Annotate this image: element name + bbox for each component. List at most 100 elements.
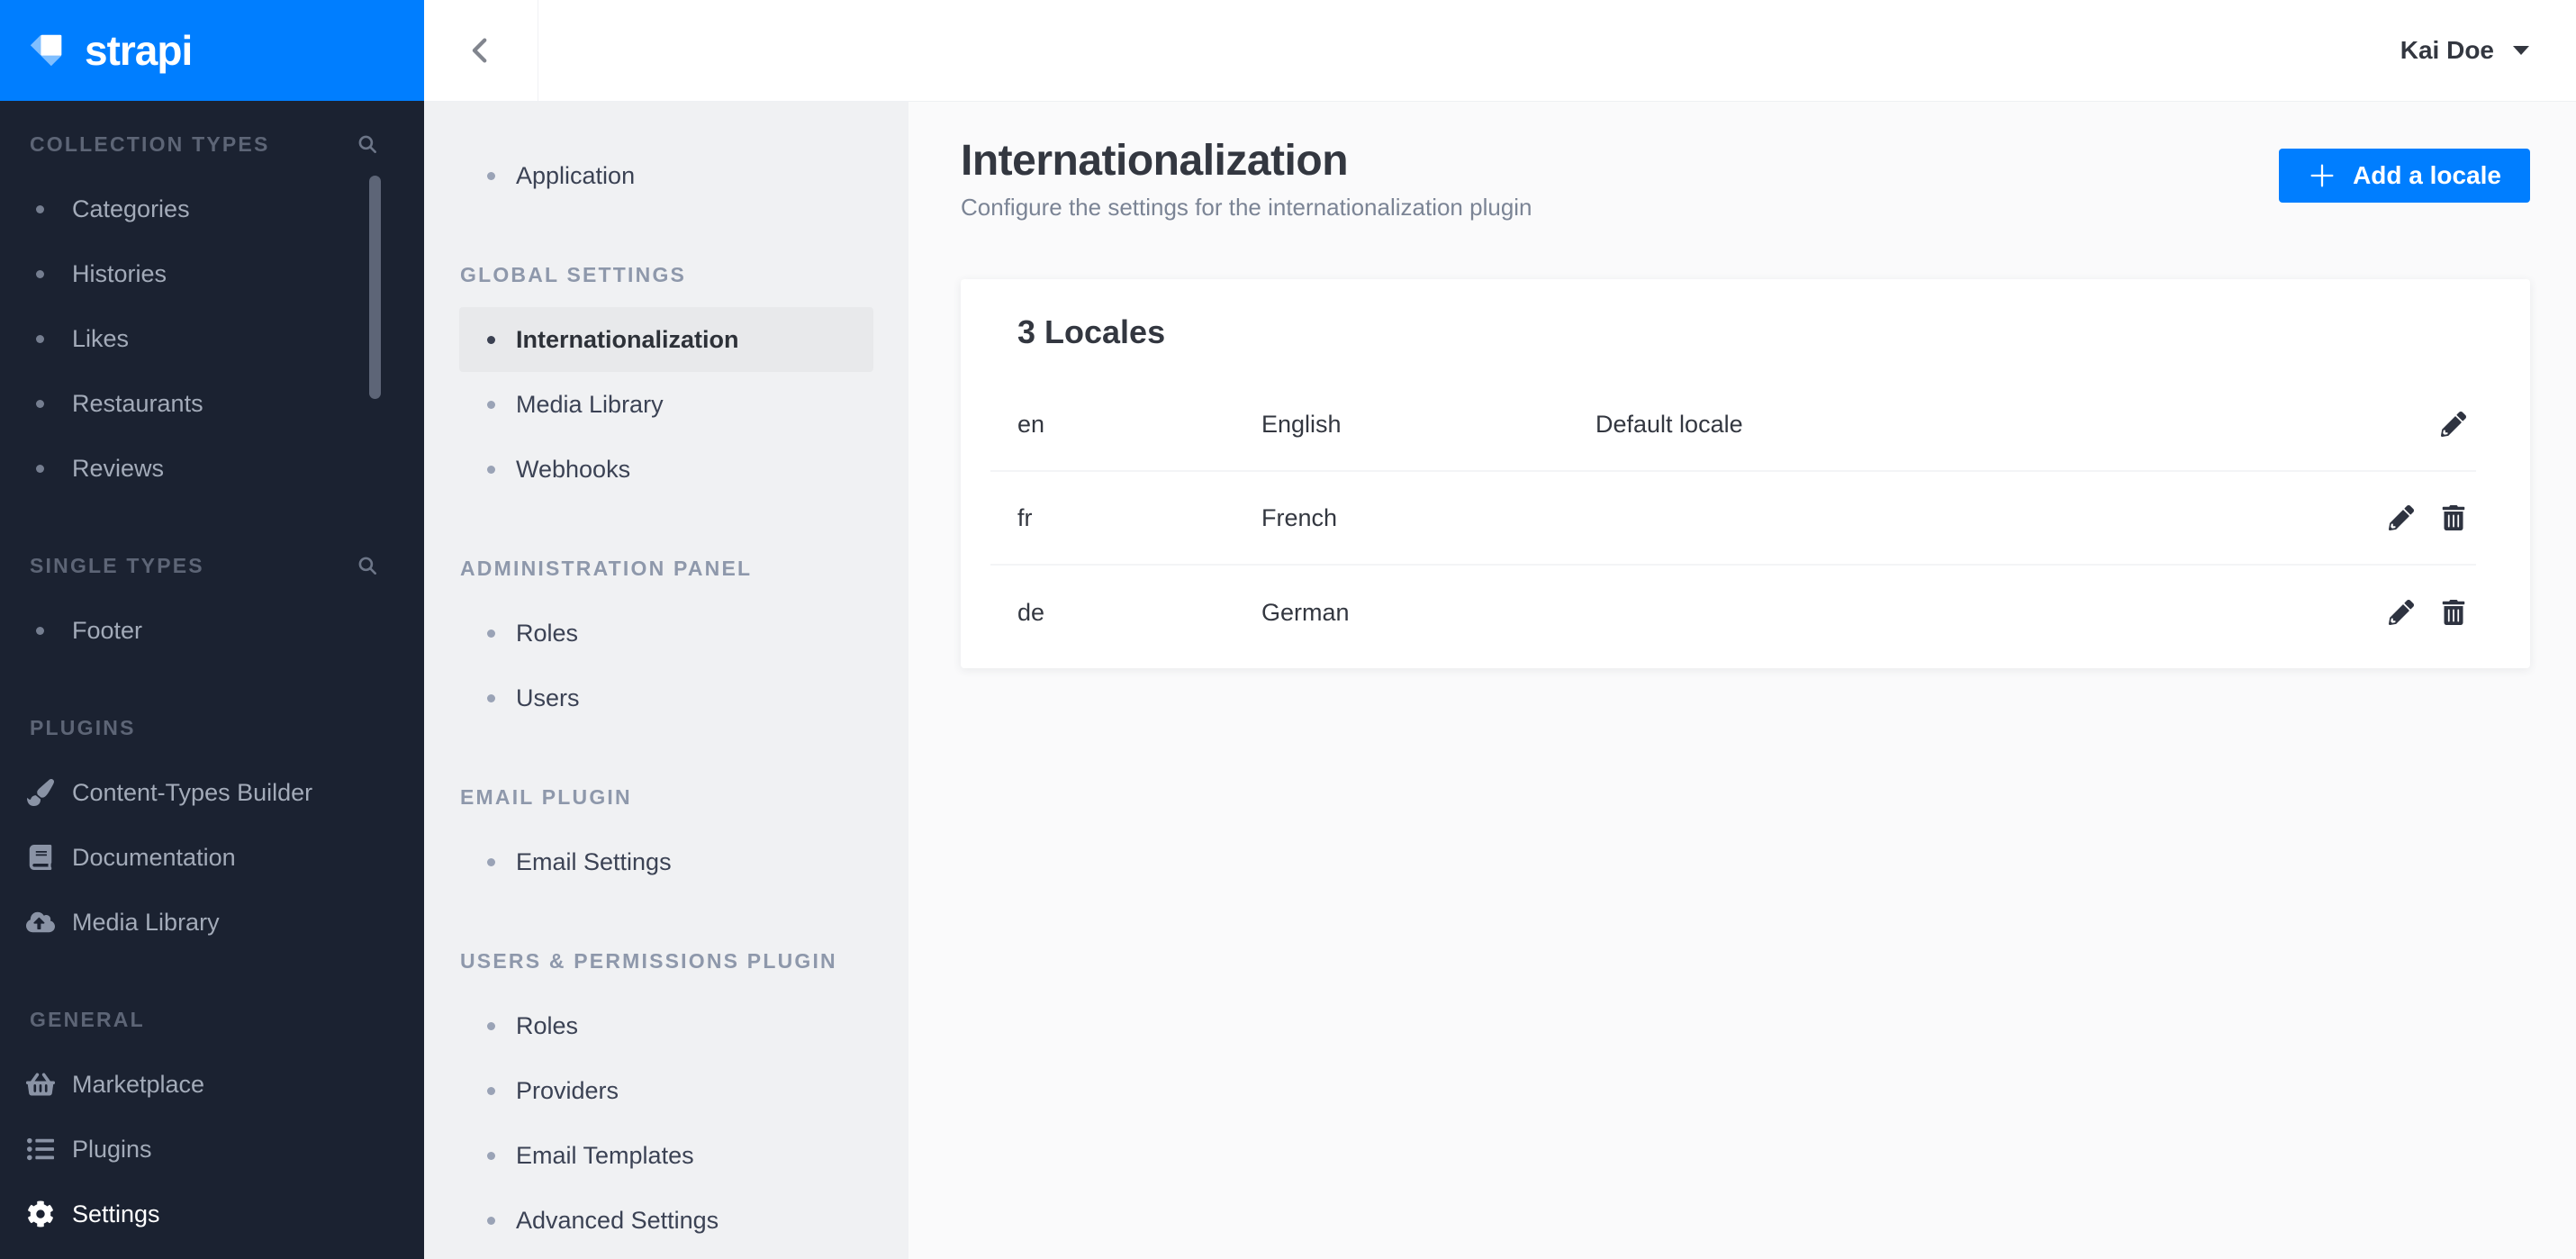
sidebar-item-label: Plugins: [72, 1135, 152, 1163]
locales-card-title: 3 Locales: [1017, 313, 1166, 350]
section-header: COLLECTION TYPES: [0, 112, 424, 177]
plus-icon: [2308, 161, 2336, 190]
locale-name: German: [1261, 598, 1350, 626]
pencil-icon: [2441, 412, 2466, 437]
settings-item-email-settings[interactable]: Email Settings: [459, 829, 873, 894]
section-label: GENERAL: [30, 1007, 145, 1031]
cloud-upload-icon: [24, 908, 57, 937]
sidebar-item-label: Settings: [72, 1200, 160, 1227]
sidebar-item-label: Marketplace: [72, 1070, 205, 1098]
edit-locale-button[interactable]: [2440, 411, 2467, 438]
locale-default-badge: Default locale: [1595, 410, 1743, 438]
topbar: Kai Doe: [424, 0, 2576, 102]
bullet-dot-icon: [36, 334, 44, 343]
sidebar-item-likes[interactable]: Likes: [0, 306, 424, 371]
locale-code: en: [1017, 410, 1045, 438]
user-menu[interactable]: Kai Doe: [2400, 36, 2576, 65]
locale-row-fr: fr French: [990, 472, 2476, 566]
bullet-dot-icon: [36, 626, 44, 635]
locale-row-de: de German: [990, 566, 2476, 659]
bullet-dot-icon: [36, 464, 44, 473]
pencil-icon: [2389, 600, 2414, 625]
settings-item-internationalization[interactable]: Internationalization: [459, 307, 873, 372]
sidebar-item-plugins[interactable]: Plugins: [0, 1117, 424, 1182]
sidebar-item-label: Reviews: [72, 454, 165, 482]
bullet-dot-icon: [487, 629, 495, 638]
settings-item-media-library[interactable]: Media Library: [459, 372, 873, 437]
settings-item-providers[interactable]: Providers: [459, 1058, 873, 1123]
page-header: Internationalization Configure the setti…: [961, 136, 2530, 222]
sidebar-item-media-library[interactable]: Media Library: [0, 890, 424, 955]
bullet-dot-icon: [36, 269, 44, 278]
sidebar-item-histories[interactable]: Histories: [0, 241, 424, 306]
trash-icon: [2442, 505, 2465, 530]
add-locale-button[interactable]: Add a locale: [2279, 149, 2530, 203]
sidebar-nav: COLLECTION TYPES Categories Histories Li…: [0, 112, 424, 1246]
settings-item-application[interactable]: Application: [459, 143, 873, 208]
book-icon: [24, 845, 57, 870]
settings-item-advanced-settings[interactable]: Advanced Settings: [459, 1188, 873, 1253]
sidebar-item-marketplace[interactable]: Marketplace: [0, 1052, 424, 1117]
section-plugins: PLUGINS Content-Types Builder Documentat…: [0, 695, 424, 955]
main-sidebar: strapi COLLECTION TYPES Categories Histo…: [0, 0, 424, 1259]
sidebar-item-categories[interactable]: Categories: [0, 177, 424, 241]
sidebar-scrollbar[interactable]: [369, 176, 381, 399]
sidebar-item-label: Categories: [72, 195, 190, 222]
bullet-dot-icon: [487, 693, 495, 702]
search-icon[interactable]: [356, 554, 379, 577]
settings-sidebar: Application GLOBAL SETTINGS Internationa…: [424, 101, 908, 1259]
edit-locale-button[interactable]: [2388, 599, 2415, 626]
section-label: PLUGINS: [30, 715, 136, 739]
delete-locale-button[interactable]: [2440, 504, 2467, 531]
settings-item-up-roles[interactable]: Roles: [459, 993, 873, 1058]
settings-section-label: ADMINISTRATION PANEL: [460, 556, 753, 580]
bullet-dot-icon: [36, 204, 44, 213]
settings-item-label: Users: [516, 684, 580, 711]
locale-row-en: en English Default locale: [990, 378, 2476, 472]
trash-icon: [2442, 600, 2465, 625]
paintbrush-icon: [24, 779, 57, 806]
sidebar-item-reviews[interactable]: Reviews: [0, 436, 424, 501]
section-single-types: SINGLE TYPES Footer: [0, 533, 424, 663]
locale-code: fr: [1017, 503, 1033, 531]
strapi-logo[interactable]: strapi: [0, 0, 424, 101]
page-title: Internationalization: [961, 137, 1349, 185]
locale-name: French: [1261, 503, 1338, 531]
bullet-dot-icon: [487, 335, 495, 344]
section-header: SINGLE TYPES: [0, 533, 424, 598]
search-icon[interactable]: [356, 132, 379, 156]
settings-item-email-templates[interactable]: Email Templates: [459, 1123, 873, 1188]
settings-item-label: Advanced Settings: [516, 1206, 719, 1234]
sidebar-item-label: Content-Types Builder: [72, 778, 313, 806]
sidebar-item-content-types-builder[interactable]: Content-Types Builder: [0, 760, 424, 825]
main-content: Internationalization Configure the setti…: [908, 102, 2576, 1259]
section-label: COLLECTION TYPES: [30, 131, 270, 156]
locale-code: de: [1017, 598, 1045, 626]
section-general: GENERAL Marketplace Plugins Settings: [0, 987, 424, 1246]
strapi-logo-mark-icon: [27, 30, 68, 71]
back-button[interactable]: [424, 0, 538, 101]
chevron-left-icon: [465, 35, 496, 66]
settings-item-label: Webhooks: [516, 455, 631, 483]
sidebar-item-restaurants[interactable]: Restaurants: [0, 371, 424, 436]
sidebar-item-documentation[interactable]: Documentation: [0, 825, 424, 890]
row-actions: [2388, 504, 2476, 531]
edit-locale-button[interactable]: [2388, 504, 2415, 531]
caret-down-icon: [2512, 45, 2530, 56]
sidebar-item-label: Footer: [72, 616, 143, 644]
settings-item-admin-roles[interactable]: Roles: [459, 601, 873, 666]
strapi-admin-app: strapi COLLECTION TYPES Categories Histo…: [0, 0, 2576, 1259]
basket-icon: [24, 1070, 57, 1099]
settings-item-webhooks[interactable]: Webhooks: [459, 437, 873, 502]
sidebar-item-footer[interactable]: Footer: [0, 598, 424, 663]
bullet-dot-icon: [487, 1216, 495, 1225]
brand-wordmark: strapi: [85, 27, 193, 74]
sidebar-item-settings[interactable]: Settings: [0, 1182, 424, 1246]
settings-section-label: GLOBAL SETTINGS: [460, 262, 687, 286]
settings-item-admin-users[interactable]: Users: [459, 666, 873, 730]
settings-item-label: Media Library: [516, 390, 664, 418]
bullet-dot-icon: [487, 1151, 495, 1160]
section-header: GENERAL: [0, 987, 424, 1052]
bullet-dot-icon: [487, 400, 495, 409]
delete-locale-button[interactable]: [2440, 599, 2467, 626]
